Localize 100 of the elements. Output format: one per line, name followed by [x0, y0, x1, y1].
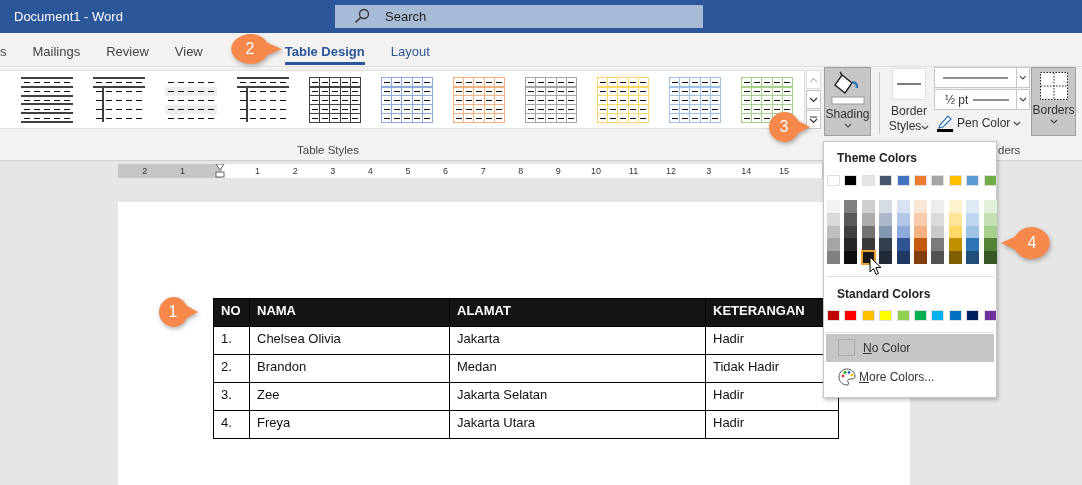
color-swatch[interactable] [879, 251, 893, 264]
ruler-number: 5 [404, 165, 412, 178]
table-style-thumbnail[interactable] [236, 76, 290, 123]
color-swatch[interactable] [966, 175, 980, 186]
color-swatch[interactable] [861, 251, 875, 264]
color-swatch[interactable] [983, 251, 997, 264]
pen-color-button[interactable]: Pen Color [934, 111, 1030, 132]
color-swatch[interactable] [983, 238, 997, 252]
color-swatch[interactable] [861, 200, 875, 213]
ruler-number: 14 [740, 165, 753, 178]
color-swatch[interactable] [896, 200, 910, 213]
ruler-number: 8 [517, 165, 525, 178]
line-style-dropdown[interactable] [934, 67, 1030, 88]
table-cell: 3. [213, 382, 250, 411]
scroll-down-button[interactable] [806, 90, 821, 109]
table-style-thumbnail[interactable] [524, 76, 578, 123]
borders-grid-icon [1038, 71, 1069, 101]
color-swatch[interactable] [844, 310, 858, 321]
color-swatch[interactable] [913, 238, 927, 252]
ruler-number: 1 [254, 165, 262, 178]
color-swatch[interactable] [827, 200, 840, 213]
pen-weight-dropdown[interactable]: ½ pt [934, 89, 1030, 110]
ruler-number: 7 [479, 165, 487, 178]
color-swatch[interactable] [948, 200, 962, 213]
color-swatch[interactable] [931, 175, 945, 186]
no-color-item[interactable]: No Color [826, 334, 994, 362]
table-cell: Chelsea Olivia [249, 326, 450, 355]
color-swatch[interactable] [966, 200, 980, 213]
table-style-thumbnail[interactable] [452, 76, 506, 123]
color-swatch[interactable] [983, 175, 997, 186]
color-swatch[interactable] [879, 175, 893, 186]
color-swatch[interactable] [948, 251, 962, 264]
color-swatch[interactable] [827, 238, 840, 252]
borders-button[interactable]: Borders [1031, 67, 1076, 136]
color-swatch[interactable] [827, 310, 840, 321]
color-swatch[interactable] [913, 251, 927, 264]
color-swatch[interactable] [931, 251, 945, 264]
chevron-down-icon [1049, 119, 1058, 124]
ruler-number: 1 [178, 165, 186, 178]
ruler-number: 9 [554, 165, 562, 178]
step-callout: 3 [768, 111, 810, 143]
color-swatch[interactable] [879, 310, 893, 321]
color-swatch[interactable] [966, 238, 980, 252]
group-label: ders [998, 144, 1021, 156]
table-cell: Zee [249, 382, 450, 411]
color-swatch[interactable] [983, 200, 997, 213]
color-swatch[interactable] [931, 238, 945, 252]
shading-button[interactable]: Shading [824, 67, 871, 136]
color-swatch[interactable] [966, 310, 980, 321]
color-swatch[interactable] [931, 200, 945, 213]
search-field[interactable]: Search [335, 5, 703, 28]
ruler-number: 3 [705, 165, 713, 178]
ribbon-tab[interactable]: Mailings [32, 41, 81, 65]
ribbon-tab[interactable]: View [174, 41, 203, 65]
color-swatch[interactable] [948, 175, 962, 186]
color-swatch[interactable] [931, 310, 945, 321]
color-swatch[interactable] [913, 200, 927, 213]
ribbon-tab[interactable]: Review [106, 41, 149, 65]
color-swatch[interactable] [844, 251, 858, 264]
color-swatch[interactable] [913, 175, 927, 186]
color-swatch[interactable] [827, 251, 840, 264]
chevron-down-icon [921, 125, 930, 130]
color-swatch[interactable] [896, 251, 910, 264]
color-swatch[interactable] [861, 175, 875, 186]
ruler-number: 12 [665, 165, 678, 178]
table-style-thumbnail[interactable] [308, 76, 362, 123]
ribbon-tab[interactable]: Layout [390, 41, 430, 65]
ruler-number: 15 [777, 165, 790, 178]
window-title: Document1 - Word [14, 9, 124, 24]
color-swatch[interactable] [896, 238, 910, 252]
color-swatch[interactable] [913, 310, 927, 321]
table-style-thumbnail[interactable] [92, 76, 146, 123]
color-swatch[interactable] [896, 175, 910, 186]
more-styles-button[interactable] [806, 110, 821, 129]
table-cell: 1. [213, 326, 250, 355]
table-style-thumbnail[interactable] [668, 76, 722, 123]
color-swatch[interactable] [896, 310, 910, 321]
color-swatch[interactable] [861, 310, 875, 321]
color-swatch[interactable] [948, 310, 962, 321]
table-style-thumbnail[interactable] [596, 76, 650, 123]
color-swatch[interactable] [879, 200, 893, 213]
color-swatch[interactable] [879, 238, 893, 252]
table-style-thumbnail[interactable] [20, 76, 74, 123]
table-cell: Hadir [705, 410, 839, 439]
color-swatch[interactable] [844, 238, 858, 252]
color-swatch[interactable] [948, 238, 962, 252]
table-style-thumbnail[interactable] [380, 76, 434, 123]
step-callout: 2 [230, 33, 282, 65]
table-cell: Jakarta Selatan [449, 382, 706, 411]
chevron-down-icon [809, 96, 818, 103]
color-swatch[interactable] [827, 175, 840, 186]
section-title: Standard Colors [837, 287, 931, 301]
ruler-number: 6 [442, 165, 450, 178]
border-styles-button[interactable]: Border Styles [884, 67, 934, 136]
indent-marker-icon[interactable] [215, 164, 225, 178]
color-swatch[interactable] [983, 310, 997, 321]
ribbon-tab[interactable]: s [0, 41, 7, 65]
color-swatch[interactable] [966, 251, 980, 264]
color-swatch[interactable] [844, 175, 858, 186]
color-swatch[interactable] [844, 200, 858, 213]
